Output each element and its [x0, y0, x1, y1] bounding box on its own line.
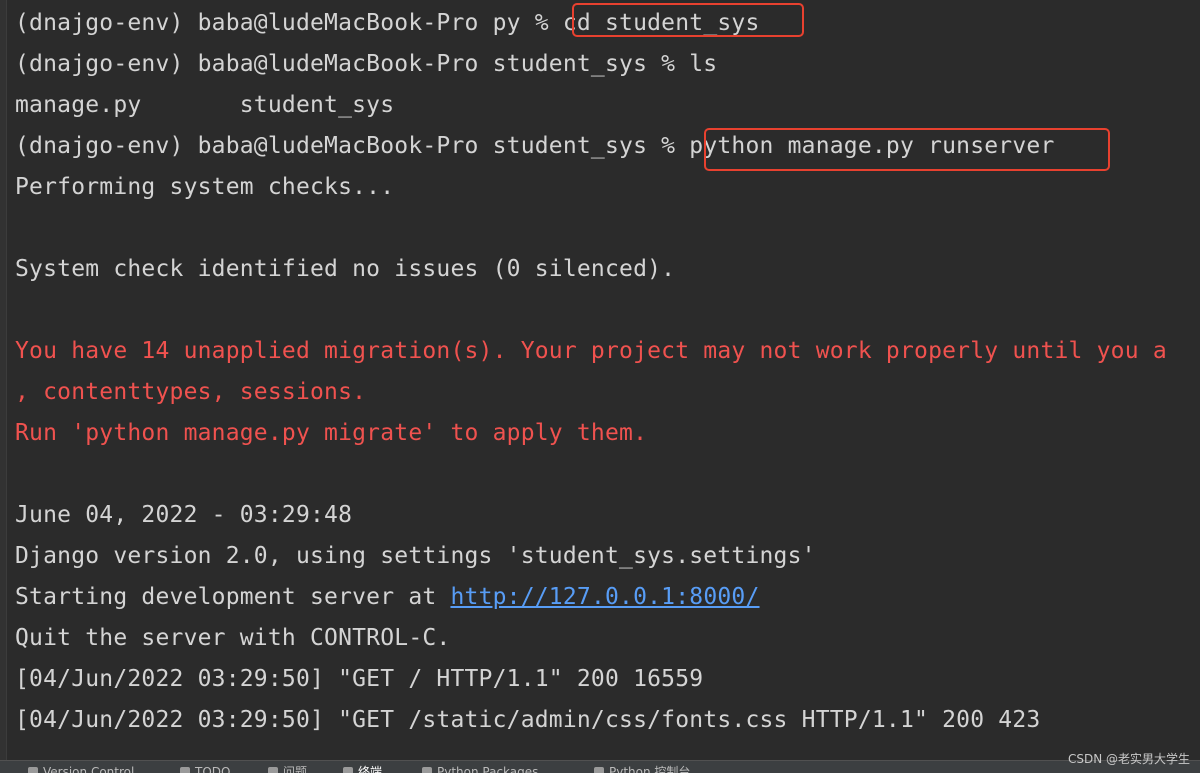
terminal-gutter: [0, 0, 7, 760]
terminal-line: manage.py student_sys: [15, 92, 395, 118]
todo-icon: [180, 767, 190, 773]
python-packages-icon: [422, 767, 432, 773]
error-line: Run 'python manage.py migrate' to apply …: [15, 420, 648, 446]
highlight-box-runserver: [704, 128, 1110, 171]
prompt-text: (dnajgo-env) baba@ludeMacBook-Pro py %: [15, 10, 563, 36]
terminal-line: [04/Jun/2022 03:29:50] "GET / HTTP/1.1" …: [15, 666, 704, 692]
prompt-text: (dnajgo-env) baba@ludeMacBook-Pro studen…: [15, 133, 690, 159]
watermark: CSDN @老实男大学生: [1067, 752, 1190, 766]
terminal-line: Starting development server at http://12…: [15, 580, 760, 614]
python-console-icon: [594, 767, 604, 773]
error-line: You have 14 unapplied migration(s). Your…: [15, 338, 1167, 364]
highlight-box-cd: [572, 3, 804, 37]
terminal-line: Django version 2.0, using settings 'stud…: [15, 543, 816, 569]
terminal-output[interactable]: (dnajgo-env) baba@ludeMacBook-Pro py % c…: [0, 0, 1200, 760]
terminal-line: System check identified no issues (0 sil…: [15, 256, 676, 282]
version-control-icon: [28, 767, 38, 773]
terminal-icon: [343, 767, 353, 773]
terminal-line: (dnajgo-env) baba@ludeMacBook-Pro studen…: [15, 51, 718, 77]
tool-window-bar: Version Control TODO 问题 终端 Python Packag…: [0, 760, 1200, 773]
problems-icon: [268, 767, 278, 773]
terminal-line: June 04, 2022 - 03:29:48: [15, 502, 353, 528]
terminal-line: [04/Jun/2022 03:29:50] "GET /static/admi…: [15, 707, 1041, 733]
server-url-link[interactable]: http://127.0.0.1:8000/: [450, 584, 759, 610]
terminal-line: Performing system checks...: [15, 174, 395, 200]
terminal-line: Quit the server with CONTROL-C.: [15, 625, 451, 651]
error-line: , contenttypes, sessions.: [15, 379, 367, 405]
terminal-text: Starting development server at: [15, 584, 451, 610]
